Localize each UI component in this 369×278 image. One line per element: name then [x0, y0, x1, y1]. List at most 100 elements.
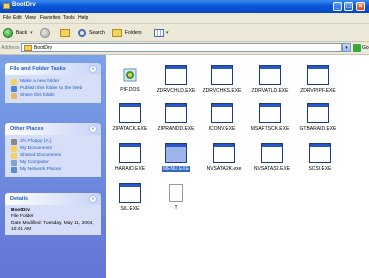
back-arrow-icon: ‹ [3, 27, 13, 38]
file-name: ICONV.EXE [208, 126, 236, 132]
menu-help[interactable]: Help [78, 15, 88, 21]
back-button[interactable]: ‹ Back ▾ [3, 27, 33, 38]
forward-button[interactable] [40, 27, 50, 38]
panel-header[interactable]: Details « [5, 193, 101, 205]
file-item-selected[interactable]: MENU.EXE [152, 143, 200, 172]
views-button[interactable]: ▾ [154, 27, 169, 38]
folders-button[interactable]: Folders [112, 27, 142, 38]
place-label: Shared Documents [20, 153, 62, 158]
maximize-button[interactable]: □ [344, 2, 353, 11]
file-name: NVSATA32.EXE [253, 166, 291, 172]
exe-icon [211, 65, 233, 85]
panel-body: BootDrv File Folder Date Modified: Tuesd… [5, 205, 101, 236]
network-icon [11, 167, 17, 173]
window-title: BootDrv [12, 2, 36, 8]
file-item[interactable]: NVSATA2K.exe [200, 143, 248, 172]
task-share-folder[interactable]: Share this folder [11, 93, 97, 99]
up-folder-button[interactable] [60, 27, 70, 38]
documents-folder-icon [11, 146, 17, 152]
menu-view[interactable]: View [25, 15, 36, 21]
task-pane: File and Folder Tasks « Make a new folde… [0, 55, 106, 278]
exe-icon [211, 103, 233, 123]
exe-icon [165, 103, 187, 123]
exe-icon [307, 103, 329, 123]
task-label: Publish this folder to the Web [20, 86, 83, 91]
folders-icon [112, 28, 122, 37]
file-item[interactable]: ZIPRANDD.EXE [152, 103, 200, 132]
exe-icon [119, 103, 141, 123]
file-list: PIF.DOS ZDRVCHLD.EXE ZDRVCHKS.EXE ZDRVAT… [106, 55, 369, 278]
task-make-folder[interactable]: Make a new folder [11, 79, 97, 85]
minimize-button[interactable]: _ [333, 2, 342, 11]
file-item[interactable]: ZIPATACK.EXE [106, 103, 154, 132]
file-item[interactable]: ZDRVCHKS.EXE [198, 65, 246, 94]
file-item[interactable]: SIL.EXE [106, 183, 154, 212]
panel-header[interactable]: Other Places « [5, 123, 101, 135]
place-floppy[interactable]: 3½ Floppy (A:) [11, 139, 97, 145]
close-button[interactable]: × [356, 2, 365, 11]
file-name: MENU.EXE [161, 166, 191, 172]
folder-icon [24, 45, 32, 51]
file-item[interactable]: HARAID.EXE [106, 143, 154, 172]
panel-title: File and Folder Tasks [10, 66, 66, 72]
file-item[interactable]: NVSATA32.EXE [248, 143, 296, 172]
folder-icon [3, 3, 10, 9]
details-panel: Details « BootDrv File Folder Date Modif… [5, 193, 101, 236]
search-button[interactable]: Search [78, 27, 105, 38]
place-network[interactable]: My Network Places [11, 167, 97, 173]
file-item[interactable]: MSAFTSCK.EXE [246, 103, 294, 132]
menu-edit[interactable]: Edit [13, 15, 22, 21]
back-label: Back [16, 29, 28, 36]
place-label: My Computer [20, 160, 49, 165]
menu-tools[interactable]: Tools [63, 15, 75, 21]
menu-bar: File Edit View Favorites Tools Help [0, 13, 369, 24]
file-name: ZDRVCHKS.EXE [202, 88, 242, 94]
task-label: Make a new folder [20, 79, 60, 84]
title-bar: BootDrv _ □ × [0, 0, 369, 13]
file-name: HARAID.EXE [114, 166, 146, 172]
file-item[interactable]: ZDRVCHLD.EXE [152, 65, 200, 94]
globe-icon [11, 86, 17, 92]
place-label: My Network Places [20, 167, 62, 172]
file-name: GTBARAID.EXE [299, 126, 337, 132]
file-item[interactable]: GTBARAID.EXE [294, 103, 342, 132]
file-name: PIF.DOS [120, 87, 140, 93]
menu-favorites[interactable]: Favorites [40, 15, 61, 21]
file-item[interactable]: PIF.DOS [106, 65, 154, 93]
details-type: File Folder [11, 213, 34, 219]
address-dropdown-button[interactable]: ▾ [342, 43, 351, 52]
share-hand-icon [11, 93, 17, 99]
collapse-icon[interactable]: « [89, 195, 97, 203]
file-item[interactable]: SCSI.EXE [296, 143, 344, 172]
panel-title: Other Places [10, 126, 44, 132]
exe-icon [259, 65, 281, 85]
file-item[interactable]: T [152, 183, 200, 211]
task-publish-web[interactable]: Publish this folder to the Web [11, 86, 97, 92]
file-item[interactable]: ICONV.EXE [198, 103, 246, 132]
file-name: T [174, 205, 178, 211]
chevron-down-icon: ▾ [166, 29, 169, 36]
go-button[interactable]: Go [362, 45, 369, 51]
new-folder-icon [11, 79, 17, 85]
place-my-computer[interactable]: My Computer [11, 160, 97, 166]
file-name: ZDRVPIPF.EXE [300, 88, 336, 94]
file-name: ZDRVCHLD.EXE [156, 88, 196, 94]
address-input[interactable]: BootDrv [21, 43, 342, 52]
place-shared-documents[interactable]: Shared Documents [11, 153, 97, 159]
search-label: Search [89, 29, 105, 36]
menu-file[interactable]: File [3, 15, 11, 21]
go-arrow-icon[interactable] [353, 44, 361, 52]
file-item[interactable]: ZDRVPIPF.EXE [294, 65, 342, 94]
panel-header[interactable]: File and Folder Tasks « [5, 63, 101, 75]
place-label: My Documents [20, 146, 52, 151]
up-folder-icon [60, 28, 70, 37]
floppy-icon [11, 139, 17, 145]
exe-icon [213, 143, 235, 163]
collapse-icon[interactable]: « [89, 125, 97, 133]
forward-arrow-icon [40, 27, 50, 38]
settings-icon [121, 66, 139, 84]
exe-icon [165, 143, 187, 163]
place-my-documents[interactable]: My Documents [11, 146, 97, 152]
collapse-icon[interactable]: « [89, 65, 97, 73]
file-item[interactable]: ZDRVATLD.EXE [246, 65, 294, 94]
